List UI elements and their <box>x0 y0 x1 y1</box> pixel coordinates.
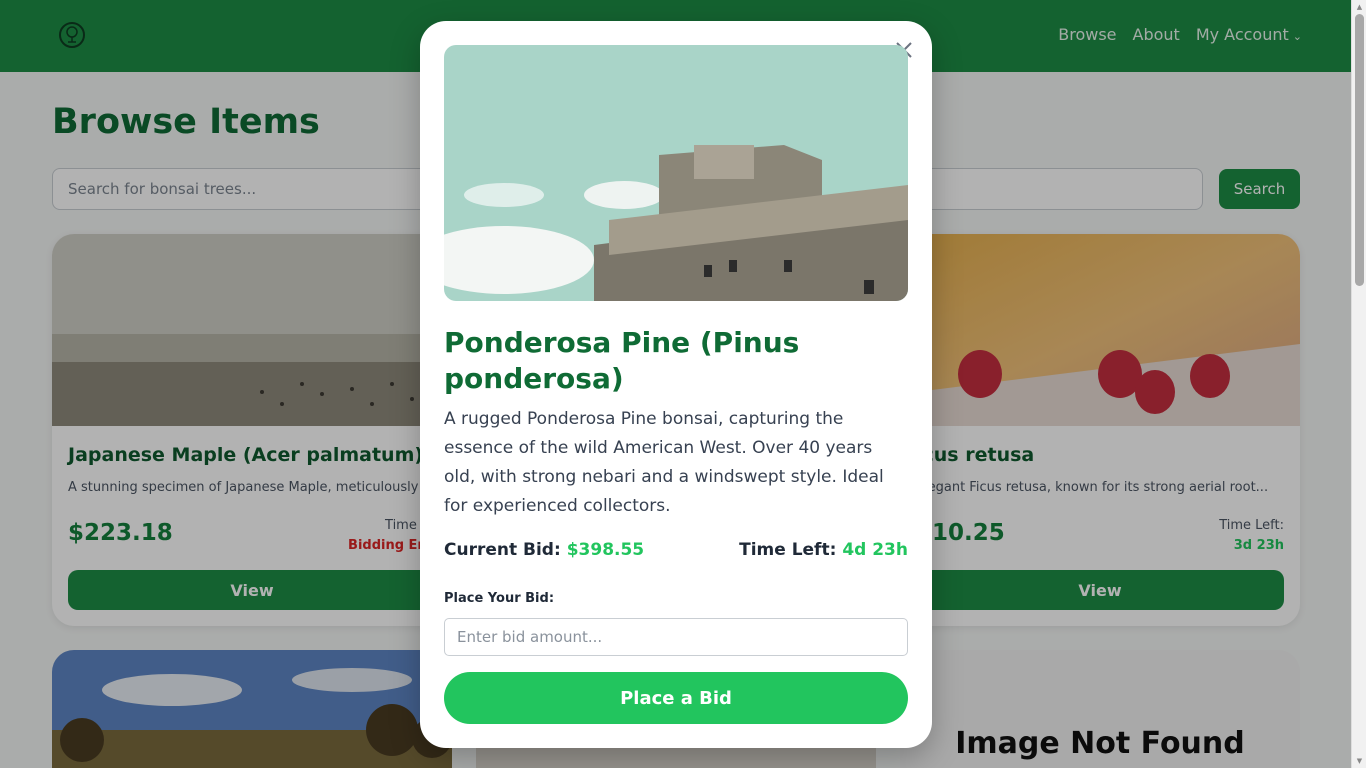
time-left-value: 4d 23h <box>842 540 908 560</box>
item-detail-modal: Ponderosa Pine (Pinus ponderosa) A rugge… <box>420 21 932 748</box>
modal-item-title: Ponderosa Pine (Pinus ponderosa) <box>444 326 800 395</box>
time-left-label: Time Left: <box>739 540 837 560</box>
page-scrollbar[interactable]: ▲ ▼ <box>1351 0 1366 768</box>
bid-input-label: Place Your Bid: <box>444 591 555 606</box>
item-image-bunker <box>444 45 908 301</box>
bid-info-row: Current Bid: $398.55 Time Left: 4d 23h <box>444 540 908 564</box>
place-bid-button[interactable]: Place a Bid <box>444 672 908 724</box>
time-left: Time Left: 4d 23h <box>739 540 908 560</box>
scroll-up-icon[interactable]: ▲ <box>1355 3 1364 11</box>
scrollbar-thumb[interactable] <box>1355 14 1364 286</box>
bid-amount-input[interactable] <box>444 618 908 656</box>
modal-item-description: A rugged Ponderosa Pine bonsai, capturin… <box>444 409 884 516</box>
current-bid-label: Current Bid: <box>444 540 561 560</box>
current-bid: Current Bid: $398.55 <box>444 540 644 560</box>
current-bid-value: $398.55 <box>566 540 645 560</box>
scroll-down-icon[interactable]: ▼ <box>1355 757 1364 765</box>
